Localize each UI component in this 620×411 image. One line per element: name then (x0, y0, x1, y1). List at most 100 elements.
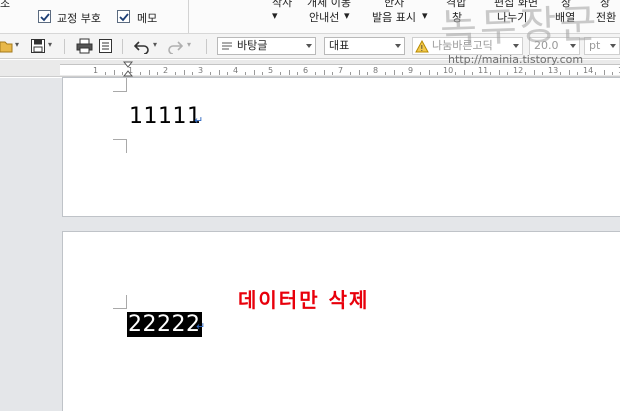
page1-text[interactable]: 11111 (129, 104, 202, 129)
ruler-tick (454, 72, 456, 75)
page-corner-mark (113, 78, 127, 92)
chevron-down-icon[interactable]: ▾ (272, 9, 278, 22)
ruler-number: 10 (443, 66, 454, 75)
ruler-tick (192, 72, 194, 75)
page-2[interactable]: 22222 ↵ (62, 231, 620, 411)
ruler-tick (113, 70, 115, 75)
selected-text[interactable]: 22222 (127, 312, 202, 337)
ruler-tick (384, 72, 386, 75)
ruler-number: 1 (93, 66, 99, 75)
paragraph-style-icon (222, 42, 232, 50)
ruler-tick (524, 72, 526, 75)
ruler-tick (472, 72, 474, 75)
chevron-down-icon (570, 44, 576, 48)
indent-marker-icon[interactable] (123, 61, 133, 77)
ruler-tick (393, 70, 395, 75)
size-unit-select[interactable]: pt (584, 37, 620, 55)
document-area[interactable]: 11111 ↵ 22222 ↵ (0, 77, 620, 411)
ruler-tick (323, 70, 325, 75)
ruler-tick (507, 72, 509, 75)
proofread-checkbox[interactable] (38, 10, 51, 23)
style-name: 바탕글 (237, 39, 268, 52)
ruler-tick (253, 70, 255, 75)
proofread-label[interactable]: 교정 부호 (57, 10, 101, 26)
ruler-number: 12 (513, 66, 524, 75)
undo-icon[interactable] (134, 38, 150, 54)
chevron-down-icon[interactable]: ▾ (153, 40, 157, 49)
ruler-tick (244, 72, 246, 75)
ruler-tick (402, 72, 404, 75)
toolbar-separator (122, 39, 123, 54)
memo-checkbox[interactable] (117, 10, 130, 23)
ruler-tick (349, 72, 351, 75)
ruler-tick (612, 72, 614, 75)
ruler-tick (262, 72, 264, 75)
page-1[interactable]: 11111 ↵ (62, 77, 620, 217)
ruler-tick (428, 70, 430, 75)
memo-label[interactable]: 메모 (137, 10, 157, 26)
ruler-number: 13 (548, 66, 559, 75)
ruler-tick (568, 70, 570, 75)
ruler-number: 6 (303, 66, 309, 75)
toolbar-separator (206, 39, 207, 54)
ruler-tick (498, 70, 500, 75)
style-select[interactable]: 바탕글 (217, 37, 316, 55)
ruler-tick (358, 70, 360, 75)
chevron-down-icon[interactable]: ▾ (187, 40, 191, 49)
print-icon[interactable] (76, 38, 93, 54)
chevron-down-icon[interactable]: ▾ (15, 40, 19, 49)
guide-line-label[interactable]: 안내선 (309, 9, 339, 25)
ruler-tick (218, 70, 220, 75)
ruler-tick (603, 70, 605, 75)
split-label[interactable]: 나누기 (497, 9, 527, 25)
ruler-tick (297, 72, 299, 75)
preview-icon[interactable] (98, 38, 113, 54)
checkmark-icon (40, 13, 50, 22)
checkmark-icon (119, 13, 129, 22)
ruler-number: 4 (233, 66, 239, 75)
ruler-number: 8 (373, 66, 379, 75)
ruler-tick (332, 72, 334, 75)
font-name-value: 나눔바른고딕 (432, 39, 493, 52)
ruler-tick (139, 72, 141, 75)
chevron-down-icon (610, 44, 616, 48)
ruler-tick (104, 72, 106, 75)
annotation-label: 데이터만 삭제 (238, 288, 370, 312)
ruler-tick (594, 72, 596, 75)
font-group-value: 대표 (329, 39, 350, 52)
redo-icon[interactable] (167, 38, 183, 54)
pronunciation-label[interactable]: 발음 표시 (372, 9, 416, 25)
window-arrange-bottom[interactable]: 배열 (555, 9, 575, 25)
ruler-tick (209, 72, 211, 75)
ruler-tick (314, 72, 316, 75)
chevron-down-icon (513, 44, 519, 48)
chevron-down-icon (395, 44, 401, 48)
chevron-down-icon[interactable]: ▾ (422, 9, 428, 22)
ruler-tick (559, 72, 561, 75)
size-unit-value: pt (589, 39, 601, 52)
chevron-down-icon[interactable]: ▾ (344, 9, 350, 22)
ribbon: 조 교정 부호 메모 작사 ▾ 개체 이동 안내선 ▾ 한자 발음 표시 ▾ 격… (0, 0, 620, 34)
page-corner-mark (113, 295, 127, 309)
save-icon[interactable] (30, 38, 46, 54)
ruler-tick (148, 70, 150, 75)
font-group-select[interactable]: 대표 (324, 37, 405, 55)
ruler-number: 7 (338, 66, 344, 75)
ribbon-group4-bottom[interactable]: 창 (452, 9, 462, 25)
font-warning-icon: ! (415, 40, 429, 53)
ruler-tick (367, 72, 369, 75)
ruler-number: 11 (478, 66, 489, 75)
ruler-tick (174, 72, 176, 75)
window-switch-bottom[interactable]: 전환 (596, 9, 616, 25)
ruler-tick (157, 72, 159, 75)
ruler-tick (463, 70, 465, 75)
open-folder-icon[interactable] (0, 38, 14, 54)
paragraph-mark-icon: ↵ (196, 320, 206, 333)
chevron-down-icon[interactable]: ▾ (48, 40, 52, 49)
page2-text[interactable]: 22222 (127, 310, 202, 340)
ruler-number: 9 (408, 66, 414, 75)
ruler-tick (227, 72, 229, 75)
ruler-tick (183, 70, 185, 75)
ruler-tick (489, 72, 491, 75)
ruler-tick (437, 72, 439, 75)
